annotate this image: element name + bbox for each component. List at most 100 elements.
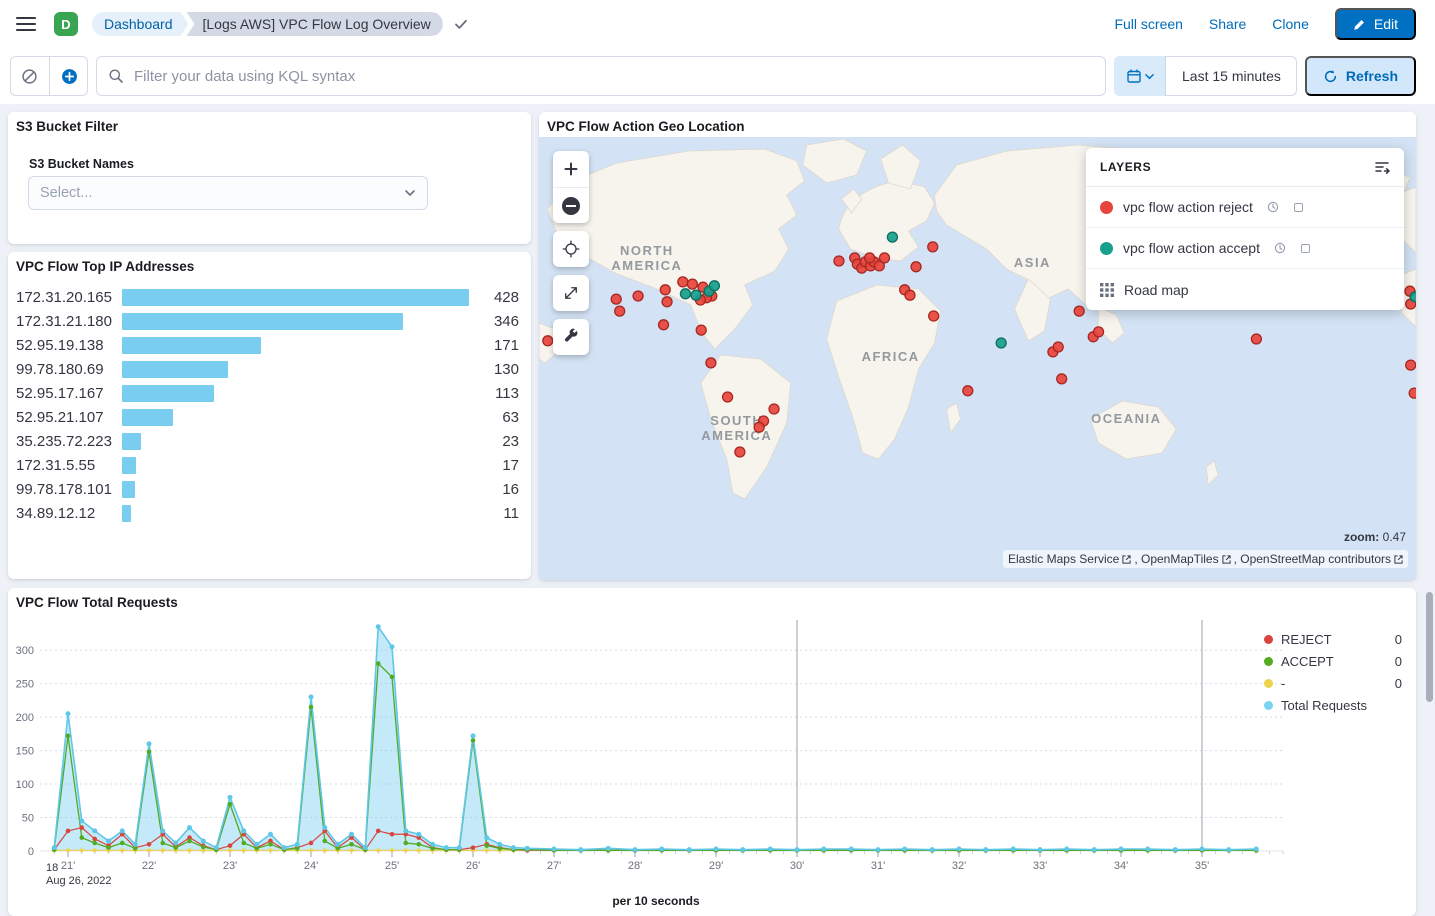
map-point-reject[interactable]	[911, 262, 921, 272]
breadcrumb-dashboard[interactable]: Dashboard	[92, 12, 189, 36]
ip-address-label: 52.95.17.167	[16, 385, 122, 402]
calendar-dropdown-button[interactable]	[1114, 56, 1166, 96]
time-range-value[interactable]: Last 15 minutes	[1166, 56, 1297, 96]
space-avatar[interactable]: D	[54, 12, 78, 36]
ip-bar[interactable]	[122, 505, 131, 522]
map-point-reject[interactable]	[769, 404, 779, 414]
legend-row-accept[interactable]: ACCEPT0	[1264, 650, 1402, 672]
ip-bar[interactable]	[122, 289, 469, 306]
minus-circle-icon	[562, 197, 580, 215]
map-point-reject[interactable]	[611, 294, 621, 304]
breadcrumb-current-dashboard[interactable]: [Logs AWS] VPC Flow Log Overview	[187, 12, 443, 36]
map-point-reject[interactable]	[1074, 306, 1084, 316]
map-point-reject[interactable]	[615, 306, 625, 316]
attribution-link[interactable]: Elastic Maps Service	[1008, 552, 1141, 566]
set-view-button[interactable]	[553, 231, 589, 267]
map-point-reject[interactable]	[687, 279, 697, 289]
svg-text:34': 34'	[1114, 860, 1128, 872]
map-point-reject[interactable]	[865, 253, 875, 263]
ip-bar[interactable]	[122, 385, 214, 402]
ip-bar[interactable]	[122, 433, 141, 450]
edit-button[interactable]: Edit	[1335, 8, 1416, 40]
map-point-reject[interactable]	[929, 311, 939, 321]
refresh-button[interactable]: Refresh	[1305, 56, 1416, 96]
attribution-link[interactable]: OpenMapTiles	[1141, 552, 1240, 566]
layer-row-reject[interactable]: vpc flow action reject	[1086, 187, 1404, 228]
map-point-reject[interactable]	[880, 253, 890, 263]
layer-time-icon[interactable]	[1274, 242, 1286, 254]
ip-bar[interactable]	[122, 409, 173, 426]
map-point-reject[interactable]	[754, 422, 764, 432]
map-point-reject[interactable]	[1409, 388, 1416, 398]
map-attribution: Elastic Maps Service OpenMapTiles OpenSt…	[1003, 550, 1408, 568]
map-point-reject[interactable]	[963, 386, 973, 396]
panel-title: S3 Bucket Filter	[16, 119, 118, 134]
attribution-link[interactable]: OpenStreetMap contributors	[1240, 552, 1403, 566]
layer-checkbox-icon[interactable]	[1294, 203, 1303, 212]
map-point-reject[interactable]	[723, 392, 733, 402]
map-point-reject[interactable]	[696, 325, 706, 335]
map-point-reject[interactable]	[928, 242, 938, 252]
ip-bar[interactable]	[122, 457, 136, 474]
map-point-reject[interactable]	[1053, 342, 1063, 352]
map-point-accept[interactable]	[996, 338, 1006, 348]
madagascar	[947, 403, 961, 433]
kql-search-input[interactable]	[96, 56, 1106, 96]
expand-button[interactable]	[553, 275, 589, 311]
map-point-accept[interactable]	[691, 290, 701, 300]
map-point-reject[interactable]	[1251, 334, 1261, 344]
map-point-reject[interactable]	[662, 297, 672, 307]
zoom-in-button[interactable]	[553, 151, 589, 187]
svg-text:32': 32'	[952, 860, 966, 872]
map-point-accept[interactable]	[887, 232, 897, 242]
layer-checkbox-icon[interactable]	[1301, 244, 1310, 253]
ip-bar-track	[122, 313, 471, 330]
external-link-icon	[1394, 555, 1403, 564]
total-requests-panel: VPC Flow Total Requests 0501001502002503…	[8, 588, 1416, 916]
layer-time-icon[interactable]	[1267, 201, 1279, 213]
layer-row-accept[interactable]: vpc flow action accept	[1086, 228, 1404, 269]
filters-disabled-icon[interactable]	[10, 56, 49, 96]
map-point-reject[interactable]	[678, 277, 688, 287]
map-point-reject[interactable]	[659, 320, 669, 330]
vertical-scrollbar-thumb[interactable]	[1426, 592, 1433, 702]
legend-row-total-requests[interactable]: Total Requests	[1264, 694, 1402, 716]
map-point-reject[interactable]	[706, 358, 716, 368]
map-point-reject[interactable]	[1094, 327, 1104, 337]
map-point-reject[interactable]	[834, 256, 844, 266]
ip-bar[interactable]	[122, 481, 135, 498]
full-screen-link[interactable]: Full screen	[1114, 16, 1182, 32]
map-point-accept[interactable]	[680, 289, 690, 299]
layer-row-road-map[interactable]: Road map	[1086, 269, 1404, 310]
legend-row-reject[interactable]: REJECT0	[1264, 628, 1402, 650]
ip-value: 17	[471, 457, 519, 474]
ip-address-label: 34.89.12.12	[16, 505, 122, 522]
s3-bucket-select[interactable]: Select...	[28, 176, 428, 210]
map-point-reject[interactable]	[1057, 374, 1067, 384]
map-tools-button[interactable]	[553, 319, 589, 355]
requests-chart-svg[interactable]: 05010015020025030021'22'23'24'25'26'27'2…	[16, 612, 1296, 912]
legend-row--[interactable]: -0	[1264, 672, 1402, 694]
map-point-reject[interactable]	[905, 290, 915, 300]
svg-text:28': 28'	[628, 860, 642, 872]
map-point-reject[interactable]	[660, 285, 670, 295]
search-icon	[108, 68, 124, 84]
map-point-accept[interactable]	[1410, 292, 1416, 302]
map-point-reject[interactable]	[735, 447, 745, 457]
ip-value: 23	[471, 433, 519, 450]
map-point-reject[interactable]	[633, 291, 643, 301]
ip-bar[interactable]	[122, 313, 403, 330]
map-point-reject[interactable]	[543, 336, 553, 346]
clone-link[interactable]: Clone	[1272, 16, 1309, 32]
collapse-layers-icon[interactable]	[1374, 159, 1390, 175]
map-point-accept[interactable]	[709, 281, 719, 291]
ip-bar[interactable]	[122, 337, 261, 354]
hamburger-menu-icon[interactable]	[16, 12, 40, 36]
share-link[interactable]: Share	[1209, 16, 1246, 32]
add-filter-icon[interactable]	[49, 56, 88, 96]
zoom-out-button[interactable]	[553, 187, 589, 223]
world-map[interactable]: NORTHAMERICASOUTHAMERICAAFRICAASIAOCEANI…	[539, 137, 1416, 580]
ip-bar[interactable]	[122, 361, 228, 378]
ip-bar-track	[122, 505, 471, 522]
map-point-reject[interactable]	[1406, 360, 1416, 370]
